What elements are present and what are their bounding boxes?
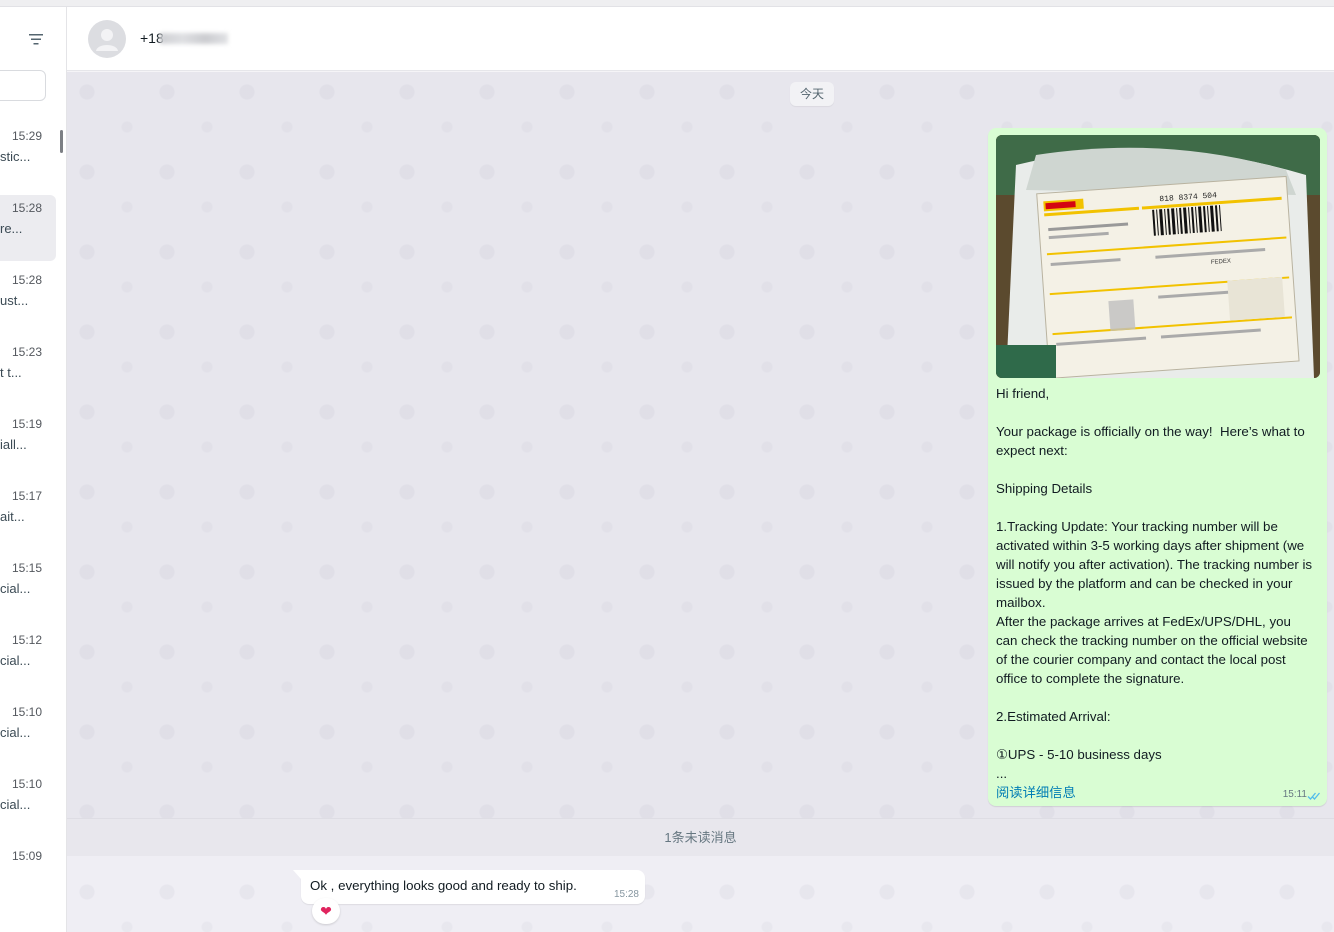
chat-list-item[interactable]: 15:28 re... [0, 195, 56, 261]
chat-list-sidebar: 15:29 stic... 15:28 re... 15:28 ust... 15:23 t … [0, 7, 67, 932]
chat-item-preview: iall... [0, 437, 27, 452]
outgoing-message-body: Hi friend, Your package is officially on… [996, 386, 1313, 781]
chat-list-item[interactable]: 15:29 stic... [0, 123, 56, 189]
redacted-phone-mask [160, 33, 228, 44]
chat-list-item[interactable]: 15:10 cial... [0, 699, 56, 765]
chat-item-time: 15:10 [11, 705, 42, 719]
default-avatar-icon [96, 29, 118, 51]
chat-item-time: 15:15 [11, 561, 42, 575]
chat-item-time: 15:23 [11, 345, 42, 359]
chat-list-item[interactable]: 15:28 ust... [0, 267, 56, 333]
chat-item-preview: stic... [0, 149, 31, 164]
chat-item-time: 15:19 [11, 417, 42, 431]
filter-icon[interactable] [27, 32, 45, 46]
chat-item-time: 15:28 [11, 201, 42, 215]
chat-item-time: 15:12 [11, 633, 42, 647]
incoming-message-text: Ok , everything looks good and ready to … [310, 878, 577, 893]
scrollbar-thumb[interactable] [60, 130, 63, 153]
window-top-strip [0, 0, 1334, 7]
chat-item-preview: cial... [0, 797, 31, 812]
chat-item-preview: cial... [0, 725, 31, 740]
chat-item-time: 15:29 [11, 129, 42, 143]
conversation-header: +18 [67, 7, 1334, 71]
incoming-message-time: 15:28 [613, 889, 639, 900]
shipping-label-photo[interactable]: 818 8374 504 FEDEX [996, 135, 1320, 378]
heart-reaction-icon[interactable]: ❤ [312, 898, 340, 924]
chat-list-item[interactable]: 15:10 cial... [0, 771, 56, 837]
unread-messages-divider: 1条未读消息 [67, 818, 1334, 856]
chat-item-preview: cial... [0, 581, 31, 596]
outgoing-message-bubble[interactable]: 818 8374 504 FEDEX Hi friend, Your packa… [988, 128, 1327, 806]
chat-list-item[interactable]: 15:17 ait... [0, 483, 56, 549]
shipping-label-image: 818 8374 504 FEDEX [996, 135, 1320, 378]
outgoing-message-time: 15:11 [1282, 789, 1307, 800]
chat-area: 今天 818 8374 504 FEDEX Hi friend, Your pa… [67, 72, 1334, 932]
chat-item-time: 15:09 [11, 849, 42, 863]
search-input[interactable] [0, 70, 46, 101]
incoming-message-bubble[interactable]: Ok , everything looks good and ready to … [293, 870, 645, 904]
chat-list-item[interactable]: 15:23 t t... [0, 339, 56, 405]
chat-item-preview: t t... [0, 365, 22, 380]
chat-item-preview: cial... [0, 653, 31, 668]
chat-item-time: 15:17 [11, 489, 42, 503]
double-check-icon [1307, 792, 1320, 800]
chat-list-item[interactable]: 15:19 iall... [0, 411, 56, 477]
chat-item-preview: ust... [0, 293, 29, 308]
chat-item-preview: re... [0, 221, 23, 236]
read-more-link[interactable]: 阅读详细信息 [996, 785, 1076, 800]
avatar[interactable] [88, 20, 126, 58]
chat-item-time: 15:10 [11, 777, 42, 791]
chat-list-item[interactable]: 15:12 cial... [0, 627, 56, 693]
chat-list-item[interactable]: 15:15 cial... [0, 555, 56, 621]
outgoing-message-text: Hi friend, Your package is officially on… [996, 384, 1314, 802]
chat-item-time: 15:28 [11, 273, 42, 287]
chat-item-preview: ait... [0, 509, 25, 524]
chat-list-item[interactable]: 15:09 [0, 843, 56, 909]
date-divider: 今天 [790, 82, 834, 106]
